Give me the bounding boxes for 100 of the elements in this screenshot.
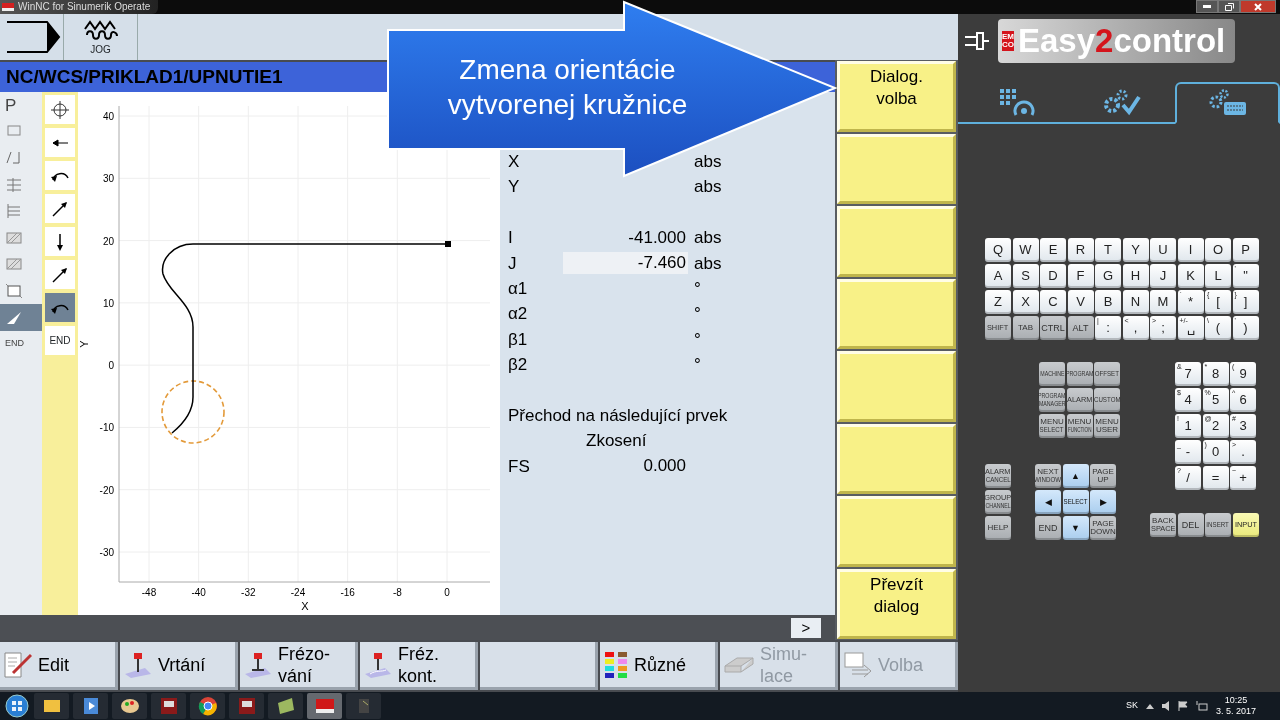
panel-tab[interactable] [1175, 82, 1280, 124]
taskbar-app[interactable] [190, 693, 225, 719]
simulation-icon [724, 656, 754, 673]
keyboard-key[interactable]: O [1205, 238, 1231, 262]
keyboard-key[interactable]: E [1040, 238, 1066, 262]
columns-icon[interactable] [5, 175, 23, 194]
minimize-button[interactable] [1196, 0, 1218, 13]
close-button[interactable] [1240, 0, 1276, 13]
restore-icon [1224, 2, 1234, 11]
keyboard-key[interactable]: P [1232, 238, 1259, 262]
field-label: FS [508, 455, 531, 478]
sidebar-item[interactable]: END [5, 337, 24, 351]
keyboard-settings-icon [1207, 88, 1248, 118]
keyboard-key[interactable]: ▲ [1062, 464, 1089, 488]
keyboard-key[interactable]: X [1012, 290, 1039, 314]
keyboard-key[interactable]: SELECT [1062, 490, 1089, 514]
network-icon[interactable] [1195, 701, 1208, 711]
keyboard-key[interactable]: C [1040, 290, 1066, 314]
keyboard-key[interactable]: MENU SELECT [1039, 414, 1065, 438]
keyboard-key[interactable]: D [1040, 264, 1066, 288]
axis-tick-label: -24 [290, 587, 306, 598]
keyboard-key[interactable]: W [1012, 238, 1039, 262]
keyboard-key[interactable]: ALARM CANCEL [985, 464, 1011, 488]
axis-tick-label: -30 [99, 547, 114, 558]
settings-check-icon [1103, 87, 1143, 117]
keyboard-key[interactable]: MENU FUNCTION [1066, 414, 1093, 438]
crosshair-icon[interactable] [50, 99, 70, 120]
keyboard-key[interactable]: DEL [1177, 513, 1204, 537]
taskbar-app[interactable] [112, 693, 147, 719]
keyboard-key[interactable]: BACK SPACE [1150, 513, 1176, 537]
axis-tick-label: 0 [444, 587, 450, 598]
value-field[interactable]: -41.000 [563, 226, 688, 249]
softkey[interactable]: Fréz. kont. [360, 642, 478, 690]
softkey[interactable]: Vrtání [120, 642, 238, 690]
volume-icon[interactable] [1161, 701, 1170, 711]
keyboard-key[interactable]: U [1150, 238, 1176, 262]
keyboard-key[interactable]: CUSTOM [1094, 388, 1120, 412]
keyboard-key[interactable]: K [1177, 264, 1204, 288]
start-icon[interactable] [4, 693, 30, 719]
keyboard-key[interactable]: F [1067, 264, 1094, 288]
keyboard-key[interactable]: SHIFT [985, 316, 1011, 340]
value-field[interactable]: -7.460 [563, 252, 688, 275]
keyboard-key[interactable]: J [1150, 264, 1176, 288]
softkey[interactable]: Frézo- vání [240, 642, 358, 690]
keyboard-key[interactable]: PAGE DOWN [1090, 516, 1116, 540]
axis-tick-label: -16 [340, 587, 355, 598]
plug-icon [964, 30, 990, 52]
keyboard-key[interactable]: S [1012, 264, 1039, 288]
keyboard-key[interactable]: ALT [1067, 316, 1094, 340]
keyboard-key[interactable]: L [1205, 264, 1231, 288]
keyboard-key[interactable]: HELP [985, 516, 1011, 540]
keyboard-key[interactable]: ▶ [1090, 490, 1116, 514]
keyboard-key[interactable]: ◀ [1035, 490, 1061, 514]
taskbar-app[interactable] [73, 693, 108, 719]
keyboard-key[interactable]: PAGE UP [1090, 464, 1116, 488]
axis-tick-label: -20 [99, 484, 114, 496]
axis-label: X [301, 600, 309, 612]
keyboard-key[interactable]: V [1067, 290, 1094, 314]
keyboard-key[interactable]: = [1202, 466, 1229, 490]
keyboard-key[interactable]: INPUT [1232, 513, 1259, 537]
keyboard-key[interactable]: ▼ [1062, 516, 1089, 540]
language-indicator[interactable]: SK [1125, 699, 1138, 713]
keyboard-key[interactable]: Z [985, 290, 1011, 314]
taskbar-app[interactable] [34, 693, 69, 719]
taskbar-app[interactable] [151, 693, 186, 719]
keyboard-key[interactable]: A [985, 264, 1011, 288]
softkey[interactable]: Dialog. volba [837, 61, 956, 132]
keyboard-key[interactable]: T [1095, 238, 1121, 262]
keyboard-key[interactable]: Y [1122, 238, 1149, 262]
keyboard-key[interactable]: G [1095, 264, 1121, 288]
keyboard-key[interactable]: INSERT [1205, 513, 1231, 537]
taskbar-app[interactable] [268, 693, 303, 719]
field-label: β1 [508, 328, 529, 351]
restore-button[interactable] [1218, 0, 1240, 13]
keyboard-key[interactable]: Q [985, 238, 1011, 262]
keyboard-key[interactable]: I [1177, 238, 1204, 262]
keyboard-key[interactable]: B [1095, 290, 1121, 314]
keyboard-key[interactable]: M [1150, 290, 1176, 314]
keyboard-key[interactable]: TAB [1012, 316, 1039, 340]
keyboard-key[interactable]: CTRL [1040, 316, 1066, 340]
softkey[interactable]: Edit [0, 642, 118, 690]
softkey[interactable]: Různé [600, 642, 718, 690]
clock[interactable]: 10:25 3. 5. 2017 [1215, 695, 1256, 717]
taskbar-app[interactable] [229, 693, 264, 719]
flag-icon[interactable] [1177, 701, 1188, 711]
keyboard-key[interactable]: MACHINE [1039, 362, 1065, 386]
keyboard-key[interactable]: R [1067, 238, 1094, 262]
keyboard-key[interactable]: N [1122, 290, 1149, 314]
keyboard-key[interactable]: H [1122, 264, 1149, 288]
more-button[interactable]: > [791, 617, 821, 638]
sidebar-item[interactable]: P [5, 92, 17, 118]
value-field[interactable]: 0.000 [563, 455, 688, 478]
jog-mode[interactable]: JOG [64, 14, 138, 60]
keyboard-key[interactable]: ALARM [1066, 388, 1093, 412]
keyboard-key[interactable]: END [1035, 516, 1061, 540]
keyboard-key[interactable]: MENU USER [1094, 414, 1120, 438]
rectangle-icon[interactable] [5, 281, 23, 300]
tray-arrow-icon[interactable] [1145, 703, 1154, 709]
keyboard-key[interactable]: OFFSET [1094, 362, 1120, 386]
softkey[interactable]: Převzít dialog [837, 568, 956, 639]
